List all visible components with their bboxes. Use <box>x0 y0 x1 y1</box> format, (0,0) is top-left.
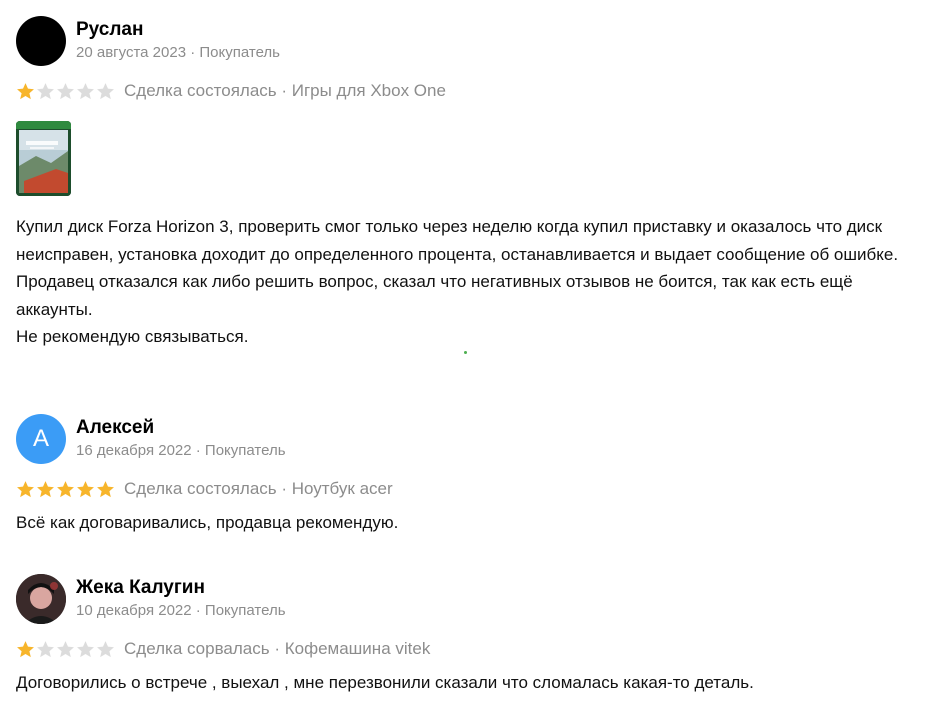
review-meta: 16 декабря 2022 · Покупатель <box>76 442 286 459</box>
avatar[interactable] <box>16 574 66 624</box>
review-photo-thumbnail[interactable] <box>16 121 71 196</box>
star-empty-icon <box>97 82 114 99</box>
review-text: Всё как договаривались, продавца рекомен… <box>16 509 916 537</box>
avatar[interactable] <box>16 16 66 66</box>
review-meta: 20 августа 2023 · Покупатель <box>76 44 280 61</box>
star-filled-icon <box>57 480 74 497</box>
star-rating <box>16 640 116 659</box>
author-name[interactable]: Жека Калугин <box>76 576 286 600</box>
rating-line: Сделка сорвалась · Кофемашина vitek <box>16 637 916 661</box>
review-card: Руслан 20 августа 2023 · Покупатель Сдел… <box>16 16 916 351</box>
star-rating <box>16 480 116 499</box>
decorative-dot <box>464 351 467 354</box>
star-empty-icon <box>57 640 74 657</box>
author-block: Жека Калугин 10 декабря 2022 · Покупател… <box>76 574 286 621</box>
review-paragraph: Договорились о встрече , выехал , мне пе… <box>16 673 754 692</box>
star-filled-icon <box>17 480 34 497</box>
star-filled-icon <box>17 640 34 657</box>
star-filled-icon <box>37 480 54 497</box>
review-paragraph: Не рекомендую связываться. <box>16 327 249 346</box>
review-header: А Алексей 16 декабря 2022 · Покупатель <box>16 414 916 466</box>
star-empty-icon <box>37 640 54 657</box>
review-card: А Алексей 16 декабря 2022 · Покупатель С… <box>16 414 916 537</box>
review-paragraph: Купил диск Forza Horizon 3, проверить см… <box>16 217 899 264</box>
star-filled-icon <box>17 82 34 99</box>
author-name[interactable]: Алексей <box>76 416 286 440</box>
star-empty-icon <box>77 82 94 99</box>
star-empty-icon <box>97 640 114 657</box>
star-filled-icon <box>97 480 114 497</box>
deal-info: Сделка сорвалась · Кофемашина vitek <box>124 639 431 658</box>
forza-horizon-cover-image <box>16 121 71 196</box>
review-text: Договорились о встрече , выехал , мне пе… <box>16 669 916 697</box>
review-paragraph: Продавец отказался как либо решить вопро… <box>16 272 853 319</box>
deal-info: Сделка состоялась · Ноутбук acer <box>124 479 393 498</box>
star-filled-icon <box>77 480 94 497</box>
author-block: Руслан 20 августа 2023 · Покупатель <box>76 16 280 63</box>
star-empty-icon <box>57 82 74 99</box>
review-card: Жека Калугин 10 декабря 2022 · Покупател… <box>16 574 916 697</box>
review-header: Жека Калугин 10 декабря 2022 · Покупател… <box>16 574 916 626</box>
review-header: Руслан 20 августа 2023 · Покупатель <box>16 16 916 68</box>
user-photo-icon <box>16 574 66 624</box>
review-text: Купил диск Forza Horizon 3, проверить см… <box>16 213 916 351</box>
star-rating <box>16 82 116 101</box>
deal-info: Сделка состоялась · Игры для Xbox One <box>124 81 446 100</box>
rating-line: Сделка состоялась · Игры для Xbox One <box>16 79 916 103</box>
review-meta: 10 декабря 2022 · Покупатель <box>76 602 286 619</box>
avatar[interactable]: А <box>16 414 66 464</box>
author-name[interactable]: Руслан <box>76 18 280 42</box>
star-empty-icon <box>37 82 54 99</box>
star-empty-icon <box>77 640 94 657</box>
rating-line: Сделка состоялась · Ноутбук acer <box>16 477 916 501</box>
avatar-letter: А <box>32 425 49 452</box>
review-paragraph: Всё как договаривались, продавца рекомен… <box>16 513 399 532</box>
author-block: Алексей 16 декабря 2022 · Покупатель <box>76 414 286 461</box>
